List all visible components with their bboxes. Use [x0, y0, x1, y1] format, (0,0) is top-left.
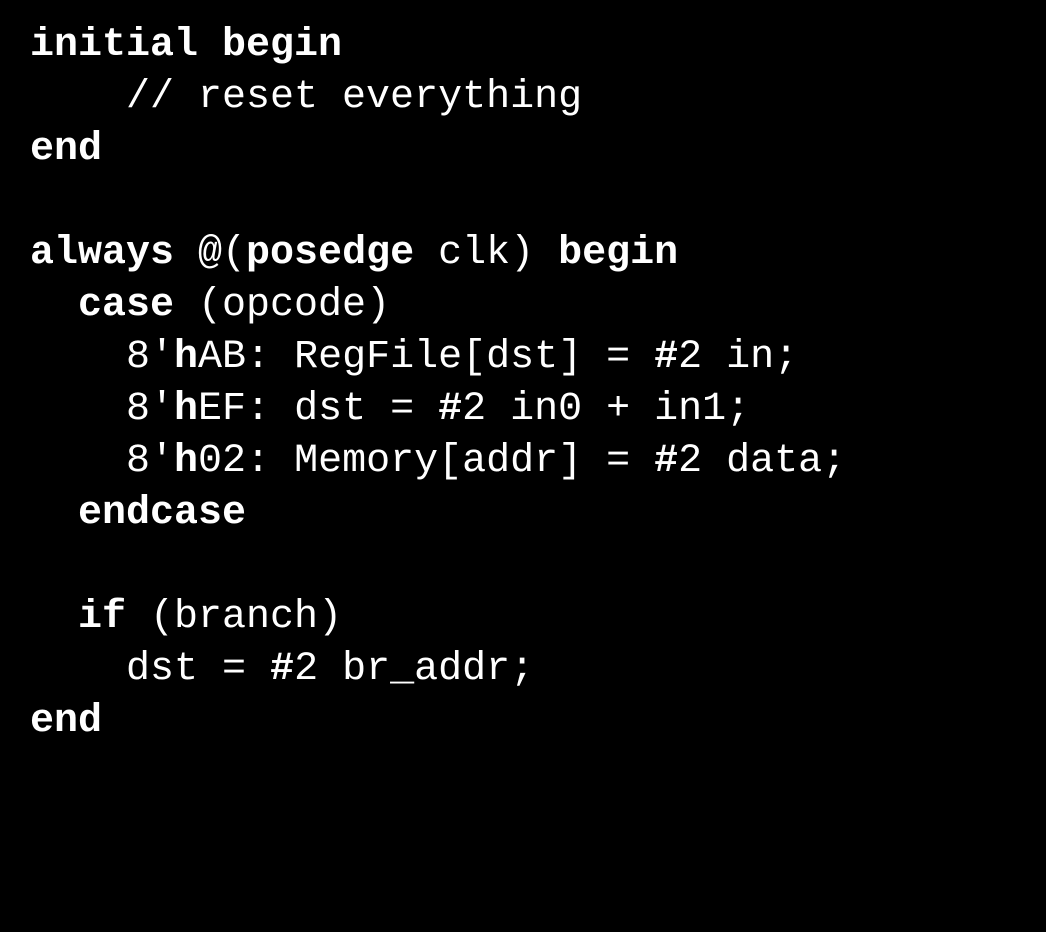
code-line: 8'hAB: RegFile[dst] = #2 in;: [30, 335, 798, 380]
code-line: 8'hEF: dst = #2 in0 + in1;: [30, 387, 750, 432]
code-line: endcase: [30, 491, 246, 536]
code-text: // reset everything: [126, 75, 582, 120]
code-line: end: [30, 699, 102, 744]
code-keyword: case: [78, 283, 174, 328]
code-line: dst = #2 br_addr;: [30, 647, 534, 692]
code-text: 02: Memory[addr] =: [198, 439, 654, 484]
code-keyword: posedge: [246, 231, 414, 276]
code-line: case (opcode): [30, 283, 390, 328]
code-keyword: if: [78, 595, 126, 640]
code-line: always @(posedge clk) begin: [30, 231, 678, 276]
code-keyword: #: [438, 387, 462, 432]
code-text: clk): [414, 231, 558, 276]
code-keyword: #: [654, 335, 678, 380]
code-text: 2 in;: [678, 335, 798, 380]
code-line: initial begin: [30, 23, 342, 68]
code-keyword: h: [174, 335, 198, 380]
code-keyword: endcase: [78, 491, 246, 536]
code-line: end: [30, 127, 102, 172]
code-line: // reset everything: [30, 75, 582, 120]
code-text: AB: RegFile[dst] =: [198, 335, 654, 380]
code-keyword: #: [270, 647, 294, 692]
code-text: 8': [126, 335, 174, 380]
code-text: EF: dst =: [198, 387, 438, 432]
code-line: if (branch): [30, 595, 342, 640]
code-keyword: initial begin: [30, 23, 342, 68]
code-text: (branch): [126, 595, 342, 640]
code-keyword: begin: [558, 231, 678, 276]
code-text: 2 br_addr;: [294, 647, 534, 692]
code-text: 8': [126, 387, 174, 432]
code-line: 8'h02: Memory[addr] = #2 data;: [30, 439, 846, 484]
code-keyword: end: [30, 699, 102, 744]
code-text: 8': [126, 439, 174, 484]
code-keyword: h: [174, 439, 198, 484]
code-block: initial begin // reset everything end al…: [0, 0, 1046, 768]
code-keyword: always: [30, 231, 174, 276]
code-text: @(: [174, 231, 246, 276]
code-text: (opcode): [174, 283, 390, 328]
code-keyword: end: [30, 127, 102, 172]
code-text: 2 data;: [678, 439, 846, 484]
code-keyword: h: [174, 387, 198, 432]
code-text: dst =: [126, 647, 270, 692]
code-keyword: #: [654, 439, 678, 484]
code-text: 2 in0 + in1;: [462, 387, 750, 432]
